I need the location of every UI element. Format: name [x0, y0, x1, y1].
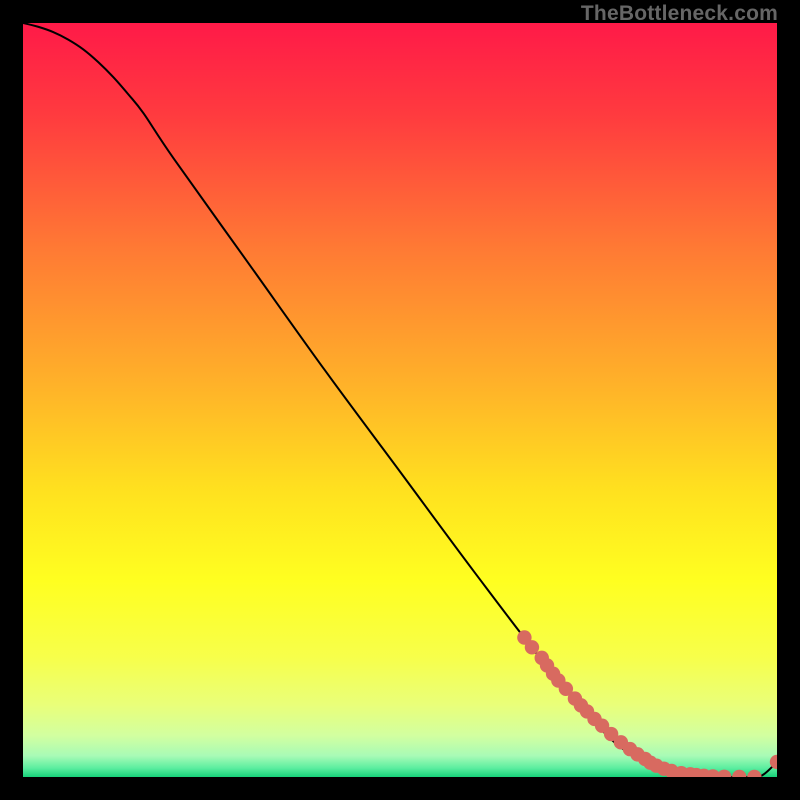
chart-stage: TheBottleneck.com — [0, 0, 800, 800]
chart-svg — [23, 23, 777, 777]
chart-plot-area — [23, 23, 777, 777]
chart-background — [23, 23, 777, 777]
scatter-point — [525, 640, 539, 654]
